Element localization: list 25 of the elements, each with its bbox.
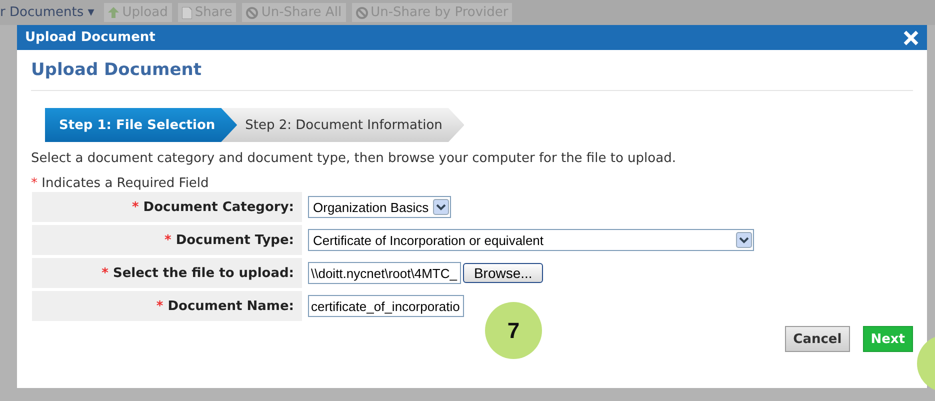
prohibited-icon (246, 6, 258, 18)
input-field[interactable]: certificate_of_incorporatio (308, 295, 464, 317)
field-label: * Document Type: (32, 225, 302, 255)
dialog-title: Upload Document (25, 30, 156, 45)
caret-icon (736, 232, 752, 248)
field-label: * Select the file to upload: (32, 258, 302, 288)
field-label: * Document Name: (32, 291, 302, 321)
field-label: * Document Category: (32, 192, 302, 222)
caret-icon (432, 199, 449, 215)
required-note: * Indicates a Required Field (31, 176, 210, 191)
toolbar-item[interactable]: r Documents ▾ (0, 3, 98, 22)
toolbar-label: r Documents ▾ (0, 5, 94, 20)
close-icon[interactable] (903, 30, 919, 46)
cancel-button[interactable]: Cancel (785, 326, 850, 352)
prohibited-icon (356, 6, 368, 18)
dropdown-field[interactable]: Certificate of Incorporation or equivalent (308, 229, 754, 251)
step-tab[interactable]: Step 2: Document Information (221, 108, 464, 142)
step-tab[interactable]: Step 1: File Selection (45, 108, 238, 142)
browse-button[interactable]: Browse... (462, 263, 544, 283)
file-path-field[interactable]: \\doitt.nycnet\root\4MTC_ (308, 262, 461, 284)
upload-icon (108, 7, 120, 18)
document-icon (182, 6, 192, 18)
instructions-text: Select a document category and document type, then browse your computer for the file to upload. (31, 151, 677, 166)
dropdown-field[interactable]: Organization Basics (308, 196, 451, 218)
dialog-heading: Upload Document (31, 60, 913, 91)
